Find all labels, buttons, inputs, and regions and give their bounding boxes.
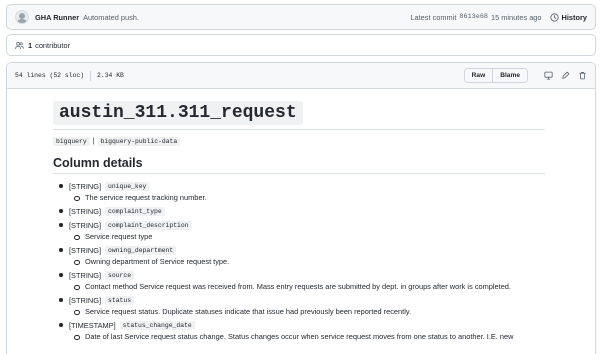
markdown-body: austin_311.311_request bigquery | bigque… [7,89,567,342]
column-name: unique_key [105,181,150,191]
delete-file-button[interactable] [578,71,587,80]
column-description: Service request type [69,231,567,242]
column-item-unique-key: [STRING] unique_key The service request t… [53,180,567,203]
blame-button[interactable]: Blame [492,69,527,82]
tag-separator: | [92,138,95,145]
column-name: status_change_date [119,320,195,330]
contributor-count: 1 [28,40,33,50]
file-header: 54 lines (52 sloc) 2.34 KB Raw Blame [7,63,595,89]
people-icon [15,41,24,49]
column-type: [STRING] [69,206,102,216]
column-description: Owning department of Service request typ… [69,256,567,267]
tag-bigquery: bigquery [53,137,90,146]
column-item-status: [STRING] status Service request status. D… [53,294,567,317]
title-divider [53,129,545,130]
column-type: [STRING] [69,181,102,191]
latest-commit-bar: GHA Runner Automated push. Latest commit… [6,4,596,30]
history-label: History [561,12,587,22]
column-name: owning_department [105,245,177,255]
column-name: status [105,295,135,305]
commit-time: 15 minutes ago [490,12,542,22]
column-name: source [105,270,135,280]
heading-divider [53,173,545,174]
display-source-button[interactable] [544,71,553,80]
column-description: The service request tracking number. [69,192,567,203]
column-type: [STRING] [69,245,102,255]
commit-sha-link[interactable]: 8613e68 [459,13,488,21]
column-list: [STRING] unique_key The service request t… [53,180,567,342]
tag-bigquery-public-data: bigquery-public-data [97,137,181,146]
commit-message[interactable]: Automated push. [83,13,139,22]
contributors-bar[interactable]: 1 contributor [6,34,596,56]
column-type: [STRING] [69,270,102,280]
pencil-icon [562,71,570,79]
column-name: complaint_description [105,220,192,230]
column-item-complaint-description: [STRING] complaint_description Service re… [53,219,567,242]
column-type: [STRING] [69,295,102,305]
column-item-source: [STRING] source Contact method Service re… [53,269,567,292]
desktop-icon [544,71,553,80]
file-view-buttons: Raw Blame [463,68,528,83]
file-line-count: 54 lines (52 sloc) [15,72,85,79]
column-type: [STRING] [69,220,102,230]
author-avatar[interactable] [15,10,29,24]
history-button[interactable]: History [549,12,587,22]
document-title: austin_311.311_request [53,101,303,125]
section-heading: Column details [53,156,143,170]
dataset-tags: bigquery | bigquery-public-data [53,137,567,146]
file-viewer: 54 lines (52 sloc) 2.34 KB Raw Blame aus… [6,62,596,354]
file-size: 2.34 KB [97,72,124,79]
file-info-divider [90,70,92,81]
trash-icon [579,72,586,80]
column-type: [TIMESTAMP] [69,320,116,330]
clock-history-icon [549,12,559,22]
raw-button[interactable]: Raw [464,69,493,82]
latest-commit-label: Latest commit [410,12,457,22]
column-description: Service request status. Duplicate status… [69,306,567,317]
column-item-owning-department: [STRING] owning_department Owning departm… [53,244,567,267]
commit-author[interactable]: GHA Runner [35,13,79,22]
edit-file-button[interactable] [561,71,570,80]
contributor-label: contributor [35,40,71,50]
column-item-complaint-type: [STRING] complaint_type [53,205,567,217]
column-name: complaint_type [105,206,165,216]
column-description: Date of last Service request status chan… [69,331,567,342]
column-item-status-change-date: [TIMESTAMP] status_change_date Date of la… [53,319,567,342]
column-description: Contact method Service request was recei… [69,281,567,292]
